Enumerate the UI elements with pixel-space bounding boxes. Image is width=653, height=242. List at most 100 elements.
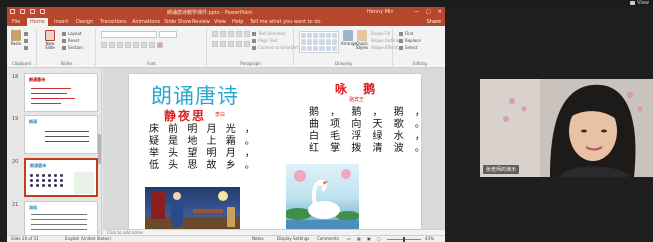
copy-icon[interactable] [24,38,30,44]
align-buttons [212,41,250,48]
quick-styles-button[interactable]: Quick Styles [355,30,369,50]
align-left-button[interactable] [212,41,218,47]
paste-icon [11,30,21,41]
convert-smartart-button[interactable]: Convert to SmartArt [252,45,298,51]
poem-title-jingyesi[interactable]: 静夜思 [164,107,206,124]
slide-heading[interactable]: 朗诵唐诗 [151,80,239,110]
shape-fill-button[interactable]: Shape Fill [371,31,390,37]
zoom-level[interactable]: 43% [425,236,434,242]
slide-thumbnail-selected[interactable]: 朗诵唐诗 [24,158,98,197]
slide-thumbnail[interactable]: 朗诵唐诗 [24,73,98,112]
comments-button[interactable]: Comments [317,236,339,242]
tab-transitions[interactable]: Transitions [97,18,130,26]
new-slide-button[interactable]: New Slide [42,30,58,50]
numbering-button[interactable] [220,31,226,37]
align-text-button[interactable]: Align Text [252,38,277,44]
share-button[interactable]: Share [427,18,441,26]
tab-home[interactable]: Home [27,18,48,26]
tell-me-search[interactable]: Tell me what you want to do [247,18,324,26]
font-name-box[interactable] [101,31,157,38]
tab-view[interactable]: View [211,18,229,26]
cut-icon[interactable] [24,31,30,37]
poem-body-jingyesi[interactable]: 床 前 明 月 光 ， 疑 是 地 上 霜 。 举 头 望 明 月 ， 低 头 … [149,124,269,172]
display-settings-button[interactable]: Display Settings [277,236,309,242]
tab-help[interactable]: Help [229,18,246,26]
poem-title-yonge[interactable]: 咏 鹅 [335,80,381,97]
text-direction-button[interactable]: Text Direction [252,31,285,37]
change-case-button[interactable] [149,42,155,48]
strikethrough-button[interactable] [125,42,131,48]
paste-button[interactable]: Paste [9,30,23,46]
justify-button[interactable] [236,41,242,47]
bullets-button[interactable] [212,31,218,37]
tab-design[interactable]: Design [73,18,96,26]
poem-author: 李白 [215,112,226,118]
align-center-button[interactable] [220,41,226,47]
list-buttons [212,31,250,38]
close-button[interactable]: ✕ [438,9,442,15]
undo-icon[interactable] [20,9,25,14]
participant-video[interactable]: 张老师的演示 [480,79,653,177]
bold-button[interactable] [101,42,107,48]
increase-indent-button[interactable] [236,31,242,37]
slide-thumbnail[interactable]: 朗诵 [24,115,98,154]
italic-button[interactable] [109,42,115,48]
find-button[interactable]: Find [399,31,413,37]
columns-button[interactable] [244,41,250,47]
line-spacing-button[interactable] [244,31,250,37]
char-spacing-button[interactable] [141,42,147,48]
poem-line: 疑 是 地 上 霜 。 [149,136,258,147]
minimize-button[interactable]: — [414,9,419,15]
goose-illustration[interactable] [286,164,359,230]
save-icon[interactable] [10,9,15,14]
webcam-image [480,79,653,177]
quick-styles-icon [357,30,367,41]
layout-button[interactable]: Layout [62,31,82,37]
section-button[interactable]: Section [62,45,83,51]
slide-sorter-icon[interactable]: ▦ [357,236,361,242]
poem-line: 举 头 望 明 月 ， [149,148,258,159]
format-painter-icon[interactable] [24,45,30,51]
poem-line: 白 毛 浮 绿 水 ， [309,131,421,142]
text-shadow-button[interactable] [133,42,139,48]
thumbnail-scrollbar[interactable] [98,134,101,164]
title-bar: 朗诵唐诗教学课件.pptx - PowerPoint Henny Min — □… [7,7,445,17]
poem-body-yonge[interactable]: 鹅 ， 鹅 ， 鹅 ， 曲 项 向 天 歌 。 白 毛 浮 绿 水 ， 红 掌 … [309,107,421,155]
user-name[interactable]: Henny Min [367,9,394,15]
poem-line: 鹅 ， 鹅 ， 鹅 ， [309,107,421,118]
clipboard-group: Paste Clipboard [7,28,37,66]
slideshow-view-icon[interactable]: ▢ [377,236,381,242]
screen: View 朗诵唐诗教学课件.pptx - PowerPoint Henny Mi… [0,0,653,242]
language-indicator[interactable]: English (United States) [65,236,111,242]
align-right-button[interactable] [228,41,234,47]
shapes-gallery[interactable] [299,31,339,53]
powerpoint-window: 朗诵唐诗教学课件.pptx - PowerPoint Henny Min — □… [7,7,445,242]
start-slideshow-icon[interactable] [40,9,45,14]
tab-animations[interactable]: Animations [129,18,163,26]
slide-counter: Slide 20 of 31 [11,236,39,241]
font-color-button[interactable] [157,42,163,48]
zoom-slider-knob[interactable] [403,237,405,242]
poem-line: 曲 项 向 天 歌 。 [309,119,421,130]
tab-insert[interactable]: Insert [51,18,71,26]
view-button[interactable]: View [630,0,649,6]
current-slide[interactable]: 朗诵唐诗 静夜思 李白 床 前 明 月 光 ， 疑 是 地 上 霜 。 举 头 … [129,74,421,232]
ribbon: Paste Clipboard New Slide Layout Reset S… [7,26,445,68]
underline-button[interactable] [117,42,123,48]
replace-button[interactable]: Replace [399,38,421,44]
maximize-button[interactable]: □ [426,9,431,15]
redo-icon[interactable] [30,9,35,14]
decrease-indent-button[interactable] [228,31,234,37]
select-button[interactable]: Select [399,45,417,51]
font-size-box[interactable] [159,31,177,38]
tab-file[interactable]: File [9,18,23,26]
reset-button[interactable]: Reset [62,38,79,44]
tab-review[interactable]: Review [189,18,213,26]
poem-author: 骆宾王 [349,97,365,103]
arrange-button[interactable]: Arrange [341,30,357,46]
window-title: 朗诵唐诗教学课件.pptx - PowerPoint [167,10,253,16]
normal-view-icon[interactable]: ▭ [347,236,351,242]
reading-view-icon[interactable]: ▣ [367,236,371,242]
night-scene-illustration[interactable] [145,187,240,232]
notes-button[interactable]: Notes [252,236,264,242]
